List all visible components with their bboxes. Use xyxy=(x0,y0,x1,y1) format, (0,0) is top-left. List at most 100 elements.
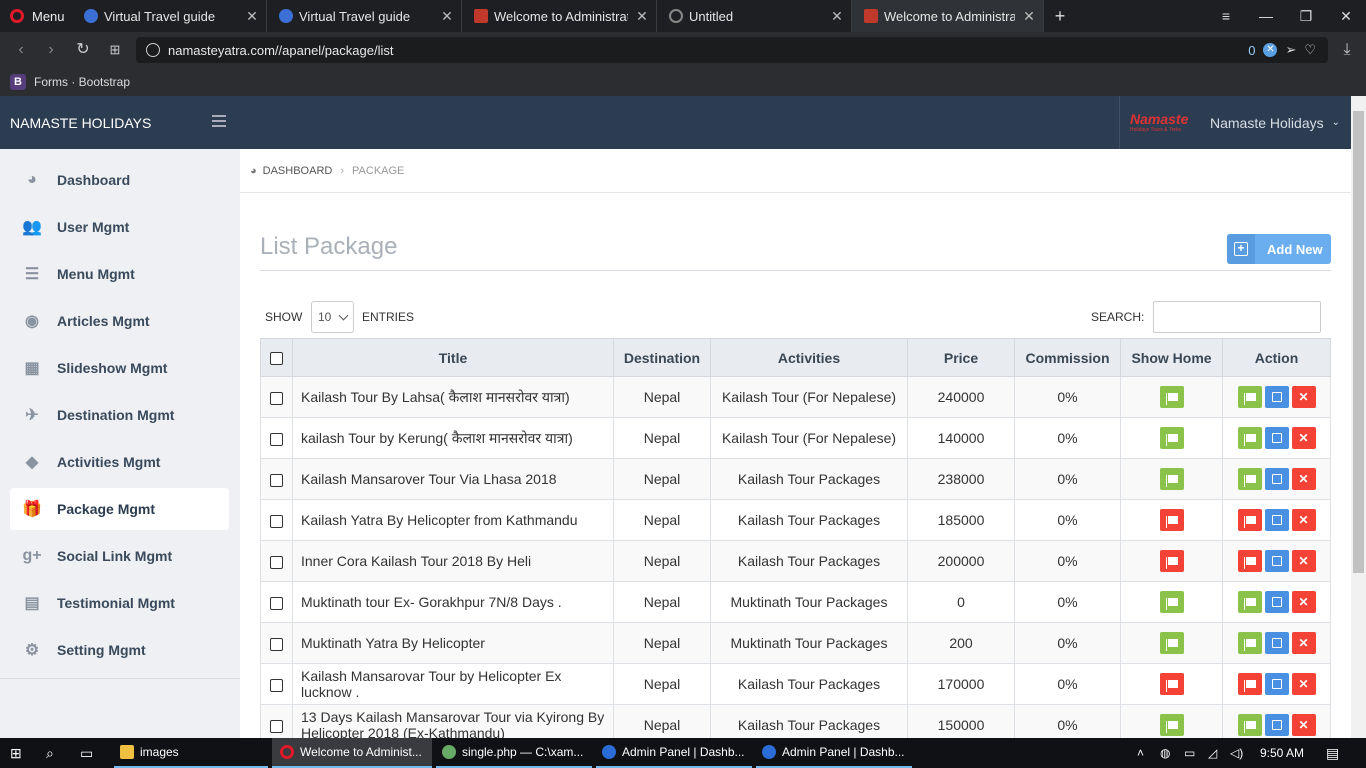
taskbar-item-explorer[interactable]: images xyxy=(114,738,268,768)
browser-tab-active[interactable]: Welcome to Administrator ✕ xyxy=(852,0,1044,32)
row-checkbox[interactable] xyxy=(270,596,283,610)
sidebar-item-articles-mgmt[interactable]: ◉ Articles Mgmt xyxy=(10,300,229,342)
chrome-tray-icon[interactable]: ◍ xyxy=(1160,738,1170,768)
select-all-checkbox[interactable] xyxy=(270,352,283,366)
column-header-price[interactable]: Price xyxy=(907,338,1015,377)
edit-button[interactable] xyxy=(1264,427,1289,449)
sidebar-item-package-mgmt[interactable]: 🎁 Package Mgmt xyxy=(10,488,229,530)
show-home-toggle-button[interactable] xyxy=(1159,632,1184,654)
feature-toggle-button[interactable] xyxy=(1237,673,1262,695)
feature-toggle-button[interactable] xyxy=(1237,714,1262,736)
url-field[interactable]: namasteyatra.com//apanel/package/list 0 … xyxy=(136,37,1328,63)
browser-tab[interactable]: Virtual Travel guide ✕ xyxy=(267,0,462,32)
delete-button[interactable]: ✕ xyxy=(1291,550,1316,572)
browser-tab[interactable]: Untitled ✕ xyxy=(657,0,852,32)
close-tab-icon[interactable]: ✕ xyxy=(1015,8,1043,25)
taskbar-item-editor[interactable]: single.php — C:\xam... xyxy=(436,738,592,768)
delete-button[interactable]: ✕ xyxy=(1291,632,1316,654)
show-home-toggle-button[interactable] xyxy=(1159,714,1184,736)
tab-menu-icon[interactable]: ≡ xyxy=(1206,0,1246,32)
taskbar-item-firefox-1[interactable]: Admin Panel | Dashb... xyxy=(596,738,752,768)
browser-tab[interactable]: Virtual Travel guide ✕ xyxy=(72,0,267,32)
minimize-icon[interactable]: — xyxy=(1246,0,1286,32)
close-tab-icon[interactable]: ✕ xyxy=(433,8,461,25)
add-new-button[interactable]: + Add New xyxy=(1227,234,1331,264)
notifications-icon[interactable]: ▤ xyxy=(1326,738,1339,768)
show-home-toggle-button[interactable] xyxy=(1159,673,1184,695)
back-icon[interactable]: ‹ xyxy=(10,40,32,60)
feature-toggle-button[interactable] xyxy=(1237,468,1262,490)
column-header-title[interactable]: Title xyxy=(292,338,614,377)
delete-button[interactable]: ✕ xyxy=(1291,468,1316,490)
row-checkbox[interactable] xyxy=(270,637,283,651)
breadcrumb-dashboard[interactable]: DASHBOARD xyxy=(263,165,333,177)
delete-button[interactable]: ✕ xyxy=(1291,673,1316,695)
row-checkbox[interactable] xyxy=(270,473,283,487)
feature-toggle-button[interactable] xyxy=(1237,427,1262,449)
edit-button[interactable] xyxy=(1264,550,1289,572)
page-scrollbar[interactable] xyxy=(1351,96,1366,738)
show-home-toggle-button[interactable] xyxy=(1159,591,1184,613)
browser-menu-button[interactable]: Menu xyxy=(0,0,70,32)
feature-toggle-button[interactable] xyxy=(1237,386,1262,408)
row-checkbox[interactable] xyxy=(270,514,283,528)
show-home-toggle-button[interactable] xyxy=(1159,509,1184,531)
forward-icon[interactable]: › xyxy=(40,40,62,60)
windows-start-icon[interactable]: ⊞ xyxy=(10,738,30,768)
feature-toggle-button[interactable] xyxy=(1237,509,1262,531)
wifi-icon[interactable]: ◿ xyxy=(1208,738,1217,768)
bookmark-forms-bootstrap[interactable]: Forms · Bootstrap xyxy=(34,75,130,89)
edit-button[interactable] xyxy=(1264,714,1289,736)
user-menu[interactable]: Namaste Holidays Tours & Treks Namaste H… xyxy=(1119,96,1351,149)
reload-icon[interactable]: ↻ xyxy=(72,40,94,60)
volume-icon[interactable]: ◁) xyxy=(1230,738,1243,768)
entries-select[interactable]: 10 xyxy=(311,301,354,333)
window-close-icon[interactable]: ✕ xyxy=(1326,0,1366,32)
sidebar-item-user-mgmt[interactable]: 👥 User Mgmt xyxy=(10,206,229,248)
delete-button[interactable]: ✕ xyxy=(1291,714,1316,736)
search-icon[interactable]: ⌕ xyxy=(46,738,54,768)
clock-time[interactable]: 9:50 AM xyxy=(1260,738,1304,768)
adblock-icon[interactable]: ✕ xyxy=(1263,43,1278,57)
tray-chevron-icon[interactable]: ˄ xyxy=(1137,738,1144,768)
show-home-toggle-button[interactable] xyxy=(1159,550,1184,572)
edit-button[interactable] xyxy=(1264,468,1289,490)
column-header-destination[interactable]: Destination xyxy=(613,338,711,377)
feature-toggle-button[interactable] xyxy=(1237,550,1262,572)
heart-icon[interactable]: ♡ xyxy=(1304,42,1316,58)
sidebar-item-setting-mgmt[interactable]: ⚙ Setting Mgmt xyxy=(10,629,229,671)
column-header-activities[interactable]: Activities xyxy=(710,338,908,377)
close-tab-icon[interactable]: ✕ xyxy=(628,8,656,25)
row-checkbox[interactable] xyxy=(270,719,283,733)
row-checkbox[interactable] xyxy=(270,678,283,692)
restore-icon[interactable]: ❐ xyxy=(1286,0,1326,32)
sidebar-item-slideshow-mgmt[interactable]: ▦ Slideshow Mgmt xyxy=(10,347,229,389)
search-input[interactable] xyxy=(1153,301,1321,333)
column-header-show-home[interactable]: Show Home xyxy=(1120,338,1223,377)
feature-toggle-button[interactable] xyxy=(1237,591,1262,613)
row-checkbox[interactable] xyxy=(270,432,283,446)
sidebar-item-social-link-mgmt[interactable]: g+ Social Link Mgmt xyxy=(10,535,229,577)
edit-button[interactable] xyxy=(1264,591,1289,613)
sidebar-item-activities-mgmt[interactable]: ◆ Activities Mgmt xyxy=(10,441,229,483)
close-tab-icon[interactable]: ✕ xyxy=(238,8,266,25)
edit-button[interactable] xyxy=(1264,632,1289,654)
sidebar-item-menu-mgmt[interactable]: ☰ Menu Mgmt xyxy=(10,253,229,295)
column-header-commission[interactable]: Commission xyxy=(1014,338,1121,377)
delete-button[interactable]: ✕ xyxy=(1291,386,1316,408)
delete-button[interactable]: ✕ xyxy=(1291,427,1316,449)
show-home-toggle-button[interactable] xyxy=(1159,427,1184,449)
taskbar-item-firefox-2[interactable]: Admin Panel | Dashb... xyxy=(756,738,912,768)
edit-button[interactable] xyxy=(1264,386,1289,408)
edit-button[interactable] xyxy=(1264,673,1289,695)
new-tab-icon[interactable]: + xyxy=(1040,0,1080,32)
scrollbar-thumb[interactable] xyxy=(1353,111,1364,573)
hamburger-menu-icon[interactable] xyxy=(212,115,226,127)
delete-button[interactable]: ✕ xyxy=(1291,591,1316,613)
feature-toggle-button[interactable] xyxy=(1237,632,1262,654)
edit-button[interactable] xyxy=(1264,509,1289,531)
row-checkbox[interactable] xyxy=(270,555,283,569)
sidebar-item-testimonial-mgmt[interactable]: ▤ Testimonial Mgmt xyxy=(10,582,229,624)
battery-icon[interactable]: ▭ xyxy=(1184,738,1195,768)
show-home-toggle-button[interactable] xyxy=(1159,386,1184,408)
